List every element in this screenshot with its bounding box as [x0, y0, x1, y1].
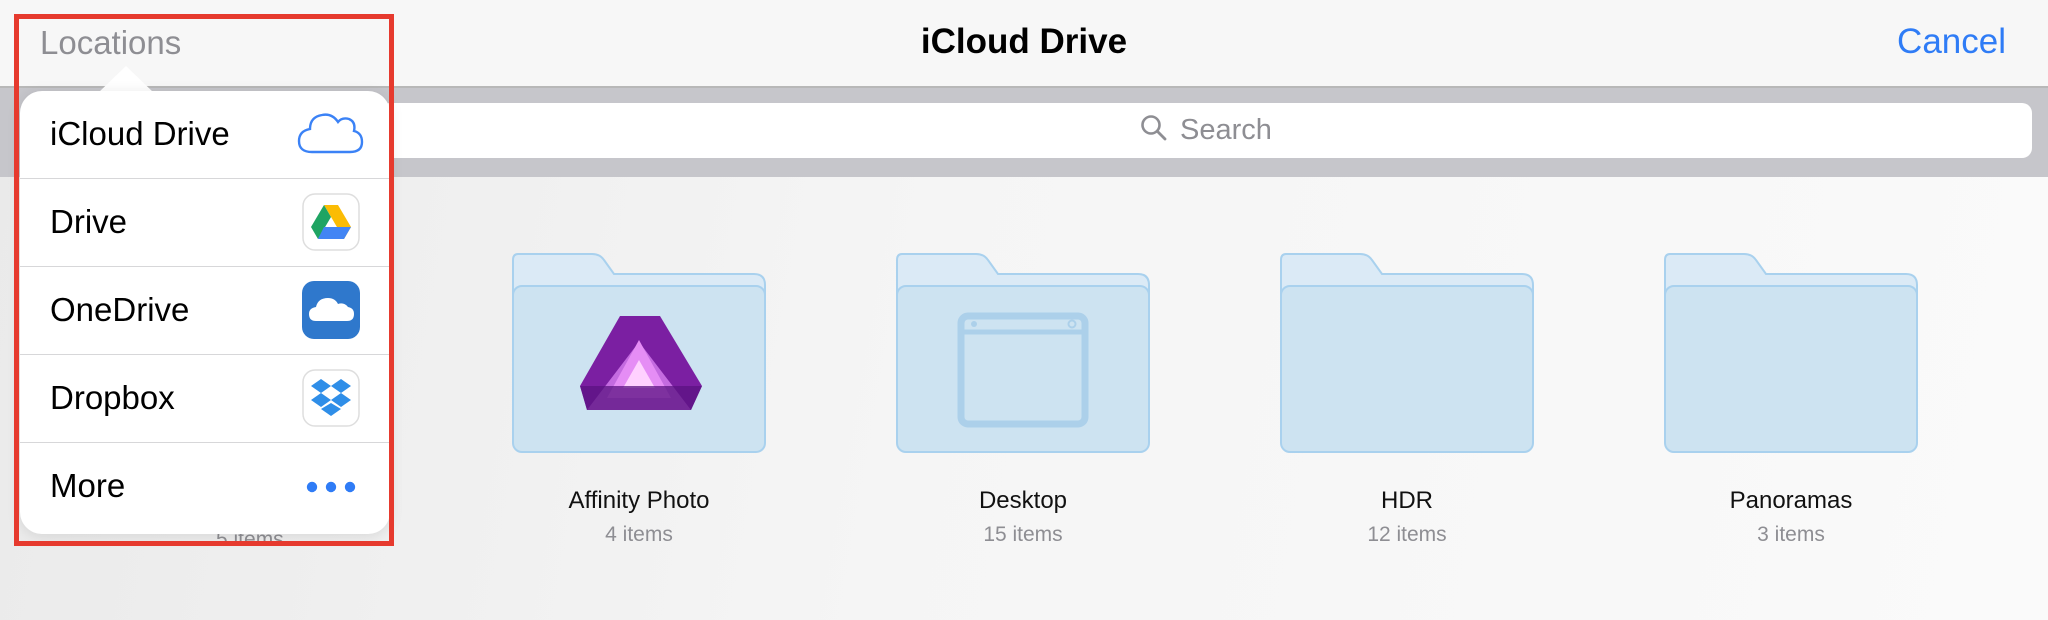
- desktop-folder-icon: [896, 253, 1150, 453]
- more-ellipsis-icon: [306, 481, 356, 493]
- folder-name: Panoramas: [1729, 487, 1853, 514]
- folder-name: HDR: [1381, 487, 1433, 514]
- location-label: Dropbox: [50, 379, 175, 416]
- location-label: OneDrive: [50, 291, 190, 328]
- search-placeholder: Search: [1180, 114, 1272, 146]
- search-input[interactable]: Search: [380, 103, 2032, 158]
- folder-icon: [1280, 253, 1534, 453]
- dropbox-icon: [302, 369, 360, 427]
- location-label: iCloud Drive: [50, 115, 230, 152]
- folder-icon: [1664, 253, 1918, 453]
- folder-count: 3 items: [1757, 523, 1825, 546]
- folder-item-desktop[interactable]: Desktop 15 items: [893, 252, 1153, 547]
- folder-item-affinity-photo[interactable]: Affinity Photo 4 items: [509, 252, 769, 547]
- folder-count: 12 items: [1367, 523, 1447, 546]
- location-item-drive[interactable]: Drive: [20, 179, 390, 267]
- folder-name: Desktop: [978, 487, 1068, 514]
- navigation-bar: Locations iCloud Drive Cancel: [0, 0, 2048, 88]
- folder-count: 15 items: [983, 523, 1063, 546]
- folder-item-panoramas[interactable]: Panoramas 3 items: [1661, 252, 1921, 547]
- onedrive-icon: [302, 281, 360, 339]
- search-icon: [1140, 114, 1168, 147]
- icloud-icon: [297, 113, 364, 154]
- locations-popover: iCloud Drive Drive OneDrive Dropbox More: [20, 91, 390, 534]
- folder-name: Affinity Photo: [568, 487, 710, 514]
- folder-item-hdr[interactable]: HDR 12 items: [1277, 252, 1537, 547]
- location-item-more[interactable]: More: [20, 443, 390, 531]
- affinity-photo-icon: [512, 253, 766, 453]
- location-label: More: [50, 467, 126, 504]
- location-item-icloud-drive[interactable]: iCloud Drive: [20, 91, 390, 179]
- location-item-onedrive[interactable]: OneDrive: [20, 267, 390, 355]
- location-label: Drive: [50, 203, 128, 240]
- google-drive-icon: [302, 193, 360, 251]
- popover-arrow: [98, 66, 154, 93]
- folder-count: 4 items: [605, 523, 673, 546]
- location-item-dropbox[interactable]: Dropbox: [20, 355, 390, 443]
- page-title: iCloud Drive: [920, 22, 1128, 61]
- cancel-button[interactable]: Cancel: [1897, 22, 2006, 62]
